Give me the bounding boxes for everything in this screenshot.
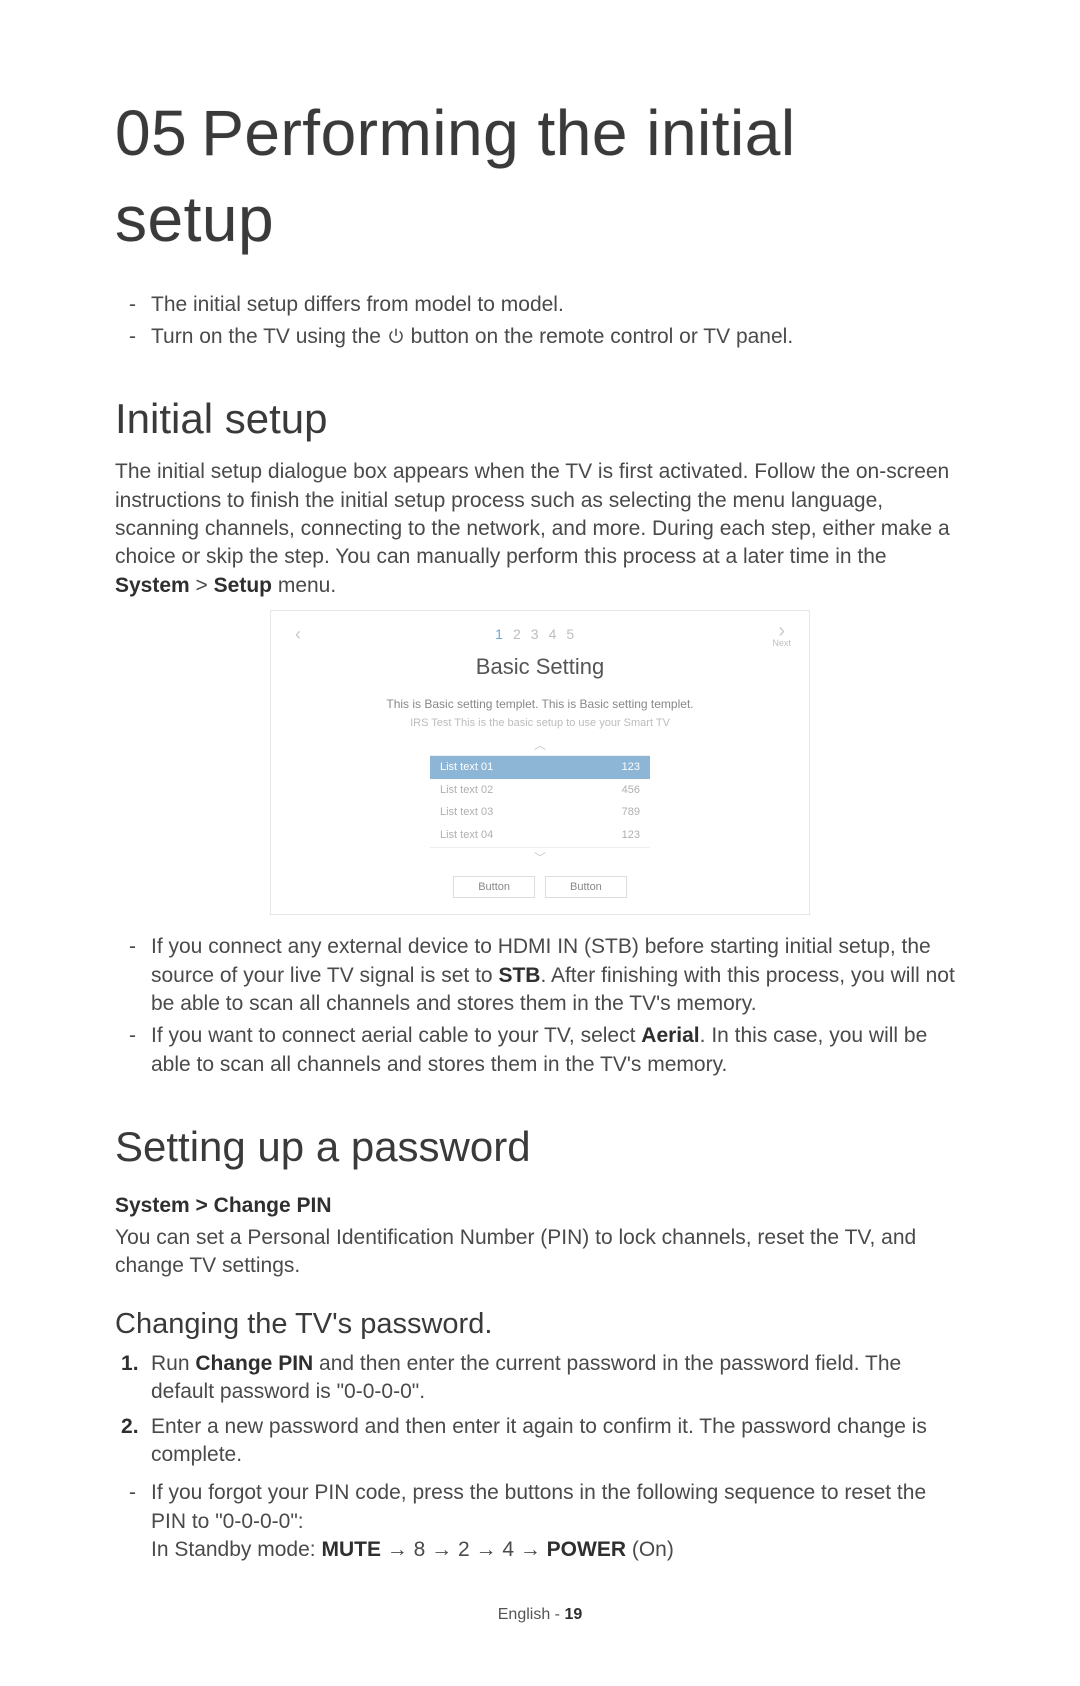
list-item[interactable]: List text 02 456 [430,779,650,802]
list-item[interactable]: List text 04 123 [430,824,650,847]
next-label: Next [772,639,791,648]
text: (On) [626,1538,674,1561]
list-item-label: List text 03 [440,805,493,820]
bold-text: MUTE [321,1538,381,1561]
text: menu. [272,574,336,597]
bold-text: Change PIN [195,1352,313,1375]
dialog-subtitle-2: IRS Test This is the basic setup to use … [289,716,791,731]
section-heading-initial-setup: Initial setup [115,391,965,448]
chevron-down-icon[interactable]: ﹀ [289,850,791,866]
list-item: If you forgot your PIN code, press the b… [147,1479,965,1564]
text: In Standby mode: [151,1538,321,1561]
step-2: 2 [513,626,531,642]
section-paragraph: The initial setup dialogue box appears w… [115,458,965,600]
chapter-heading: 05Performing the initial setup [115,90,965,263]
chevron-up-icon[interactable]: ︿ [289,737,791,753]
footer-sep: - [550,1606,564,1623]
list-item-label: List text 02 [440,783,493,798]
dialog-list: List text 01 123 List text 02 456 List t… [430,755,650,848]
list-item-label: List text 01 [440,760,493,775]
list-item[interactable]: List text 03 789 [430,801,650,824]
dialog-title: Basic Setting [289,652,791,682]
setup-dialog: ‹ 12345 › Next Basic Setting This is Bas… [270,610,810,915]
text: The initial setup dialogue box appears w… [115,460,950,568]
ordered-steps: Run Change PIN and then enter the curren… [115,1350,965,1469]
chapter-title: Performing the initial setup [115,97,796,255]
list-item[interactable]: List text 01 123 [430,756,650,779]
text: If you forgot your PIN code, press the b… [151,1481,926,1532]
list-item: The initial setup differs from model to … [147,291,965,319]
list-item: If you connect any external device to HD… [147,933,965,1018]
dialog-button-1[interactable]: Button [453,876,535,898]
list-item: Turn on the TV using the button on the r… [147,323,965,351]
crumb-sep: > [190,1194,214,1217]
list-item: Enter a new password and then enter it a… [147,1413,965,1470]
list-item-label: List text 04 [440,828,493,843]
prev-arrow-icon[interactable]: ‹ [289,622,307,646]
bold-text: STB [498,964,540,987]
intro-bullets: The initial setup differs from model to … [115,291,965,352]
text: If you want to connect aerial cable to y… [151,1024,641,1047]
step-indicator: 12345 [495,625,584,644]
bold-text: POWER [547,1538,626,1561]
setup-dialog-figure: ‹ 12345 › Next Basic Setting This is Bas… [270,610,810,915]
list-item-value: 123 [622,760,640,775]
subsection-heading-change-password: Changing the TV's password. [115,1305,965,1344]
power-icon [387,327,405,345]
dialog-buttons: Button Button [289,876,791,898]
list-item: If you want to connect aerial cable to y… [147,1022,965,1079]
page: 05Performing the initial setup The initi… [0,0,1080,1686]
step-1: 1 [495,626,513,642]
pin-reset-note: If you forgot your PIN code, press the b… [115,1479,965,1564]
text: The initial setup differs from model to … [151,293,564,316]
text: Run [151,1352,195,1375]
list-item-value: 456 [622,783,640,798]
bold-text: Setup [214,574,272,597]
step-5: 5 [566,626,584,642]
footer-lang: English [498,1606,550,1623]
crumb-b: Change PIN [214,1194,332,1217]
list-item-value: 789 [622,805,640,820]
text: Turn on the TV using the [151,325,387,348]
list-item-value: 123 [622,828,640,843]
bold-text: System [115,574,190,597]
dialog-button-2[interactable]: Button [545,876,627,898]
dialog-subtitle-1: This is Basic setting templet. This is B… [289,696,791,712]
step-4: 4 [549,626,567,642]
text: → 8 → 2 → 4 → [381,1538,547,1561]
footer-page: 19 [564,1606,582,1623]
chapter-number: 05 [115,90,187,176]
section-heading-password: Setting up a password [115,1119,965,1176]
text: > [190,574,214,597]
bold-text: Aerial [641,1024,699,1047]
text: button on the remote control or TV panel… [411,325,794,348]
step-3: 3 [531,626,549,642]
list-item: Run Change PIN and then enter the curren… [147,1350,965,1407]
text: Enter a new password and then enter it a… [151,1415,927,1466]
section-paragraph: You can set a Personal Identification Nu… [115,1224,965,1281]
crumb-a: System [115,1194,190,1217]
section-notes: If you connect any external device to HD… [115,933,965,1079]
breadcrumb: System > Change PIN [115,1192,965,1220]
page-footer: English - 19 [115,1604,965,1626]
